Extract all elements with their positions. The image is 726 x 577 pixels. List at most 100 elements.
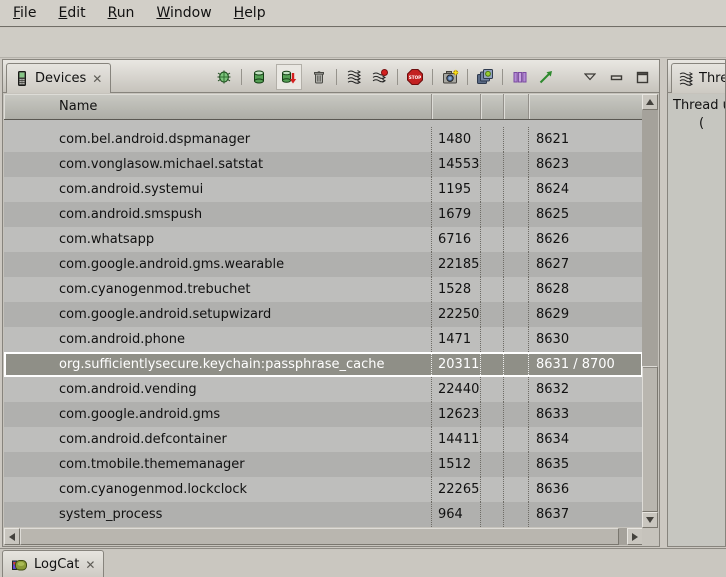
table-row[interactable]: com.cyanogenmod.lockclock222658636	[4, 477, 643, 502]
tab-devices[interactable]: Devices ✕	[6, 63, 111, 93]
cell-name: com.android.systemui	[4, 177, 432, 202]
cell-port: 8634	[529, 427, 643, 452]
tab-logcat[interactable]: LogCat ✕	[2, 550, 104, 577]
cell-empty	[481, 502, 504, 527]
cell-port: 8624	[529, 177, 643, 202]
cell-name: com.vonglasow.michael.satstat	[4, 152, 432, 177]
cell-name: com.google.android.gms	[4, 402, 432, 427]
cell-empty	[504, 227, 529, 252]
scroll-up-button[interactable]	[642, 94, 658, 110]
cell-name: com.bel.android.dspmanager	[4, 127, 432, 152]
cell-empty	[504, 327, 529, 352]
update-threads-icon[interactable]	[345, 68, 363, 86]
column-header-3[interactable]	[504, 94, 529, 119]
stop-process-icon[interactable]: STOP	[406, 68, 424, 86]
column-header-port[interactable]	[529, 94, 643, 119]
column-header-name[interactable]: Name	[4, 94, 432, 119]
tab-threads[interactable]: Threads	[671, 63, 726, 93]
scroll-left-button[interactable]	[4, 528, 20, 545]
cell-empty	[481, 377, 504, 402]
toolbar-separator	[336, 69, 337, 85]
table-row[interactable]: com.android.smspush16798625	[4, 202, 643, 227]
cell-empty	[481, 352, 504, 377]
cause-gc-icon[interactable]	[310, 68, 328, 86]
cell-empty	[481, 227, 504, 252]
cell-port: 8636	[529, 477, 643, 502]
method-profiling-icon[interactable]	[371, 68, 389, 86]
cell-name: org.sufficientlysecure.keychain:passphra…	[4, 352, 432, 377]
column-header-2[interactable]	[481, 94, 504, 119]
column-header-pid[interactable]	[432, 94, 481, 119]
tab-logcat-close-icon[interactable]: ✕	[85, 559, 95, 571]
cell-empty	[504, 352, 529, 377]
toolbar-separator	[241, 69, 242, 85]
table-row[interactable]: com.android.defcontainer144118634	[4, 427, 643, 452]
horizontal-scrollbar-thumb[interactable]	[20, 528, 619, 545]
horizontal-scrollbar[interactable]	[4, 528, 643, 545]
cell-pid: 22265	[432, 477, 481, 502]
cell-empty	[504, 127, 529, 152]
table-row[interactable]: com.android.systemui1195 8624	[4, 177, 643, 202]
devices-tabbar: Devices ✕	[3, 60, 659, 93]
cell-empty	[504, 402, 529, 427]
screen-capture-icon[interactable]	[441, 68, 459, 86]
view-hierarchy-icon[interactable]	[476, 68, 494, 86]
devices-toolbar: STOP	[215, 63, 651, 91]
table-row[interactable]: com.google.android.gms126238633	[4, 402, 643, 427]
vertical-scrollbar-thumb[interactable]	[642, 366, 658, 512]
menu-edit[interactable]: Edit	[47, 2, 96, 24]
table-row[interactable]: com.vonglasow.michael.satstat145538623	[4, 152, 643, 177]
maximize-icon[interactable]	[633, 68, 651, 86]
cell-pid: 1195	[432, 177, 481, 202]
cell-port: 8631 / 8700	[529, 352, 643, 377]
table-row[interactable]: com.tmobile.thememanager15128635	[4, 452, 643, 477]
table-row[interactable]: com.bel.android.dspmanager14808621	[4, 127, 643, 152]
scroll-right-button[interactable]	[627, 528, 643, 545]
cell-name: system_process	[4, 502, 432, 527]
logcat-view-bar: LogCat ✕	[0, 548, 726, 577]
threads-content: Thread up (	[668, 94, 725, 546]
scrollbar-corner	[642, 528, 658, 545]
view-menu-icon[interactable]	[581, 68, 599, 86]
scroll-down-button[interactable]	[642, 512, 658, 528]
threads-message-line2: (	[668, 115, 725, 133]
cell-port: 8626	[529, 227, 643, 252]
cell-name: com.android.vending	[4, 377, 432, 402]
table-row[interactable]: com.google.android.gms.wearable221858627	[4, 252, 643, 277]
cell-empty	[481, 452, 504, 477]
table-row[interactable]: com.google.android.setupwizard222508629	[4, 302, 643, 327]
left-arrow-icon	[9, 533, 15, 541]
cell-empty	[481, 477, 504, 502]
menu-window[interactable]: Window	[145, 2, 222, 24]
table-row[interactable]: org.sufficientlysecure.keychain:passphra…	[4, 352, 643, 377]
cell-pid: 14553	[432, 152, 481, 177]
cell-empty	[504, 302, 529, 327]
menu-help[interactable]: Help	[223, 2, 277, 24]
table-row[interactable]: com.android.phone14718630	[4, 327, 643, 352]
logcat-icon	[11, 557, 28, 573]
debug-process-icon[interactable]	[215, 68, 233, 86]
menu-file[interactable]: File	[2, 2, 47, 24]
vertical-scrollbar[interactable]	[642, 94, 658, 528]
toolbar-separator	[467, 69, 468, 85]
table-row[interactable]: com.cyanogenmod.trebuchet15288628	[4, 277, 643, 302]
cell-pid: 14411	[432, 427, 481, 452]
minimize-icon[interactable]	[607, 68, 625, 86]
systrace-icon[interactable]	[511, 68, 529, 86]
cell-empty	[481, 402, 504, 427]
update-heap-icon[interactable]	[250, 68, 268, 86]
dump-hprof-icon[interactable]	[276, 64, 302, 90]
cell-empty	[504, 277, 529, 302]
menu-run[interactable]: Run	[97, 2, 146, 24]
opengl-trace-icon[interactable]	[537, 68, 555, 86]
cell-empty	[504, 202, 529, 227]
tab-devices-close-icon[interactable]: ✕	[92, 73, 102, 85]
table-row[interactable]: com.whatsapp67168626	[4, 227, 643, 252]
table-row[interactable]: com.android.vending224408632	[4, 377, 643, 402]
cell-pid: 20311	[432, 352, 481, 377]
cell-empty	[504, 377, 529, 402]
cell-name: com.google.android.gms.wearable	[4, 252, 432, 277]
toolbar-separator	[397, 69, 398, 85]
cell-pid: 1512	[432, 452, 481, 477]
table-row[interactable]: system_process9648637	[4, 502, 643, 527]
